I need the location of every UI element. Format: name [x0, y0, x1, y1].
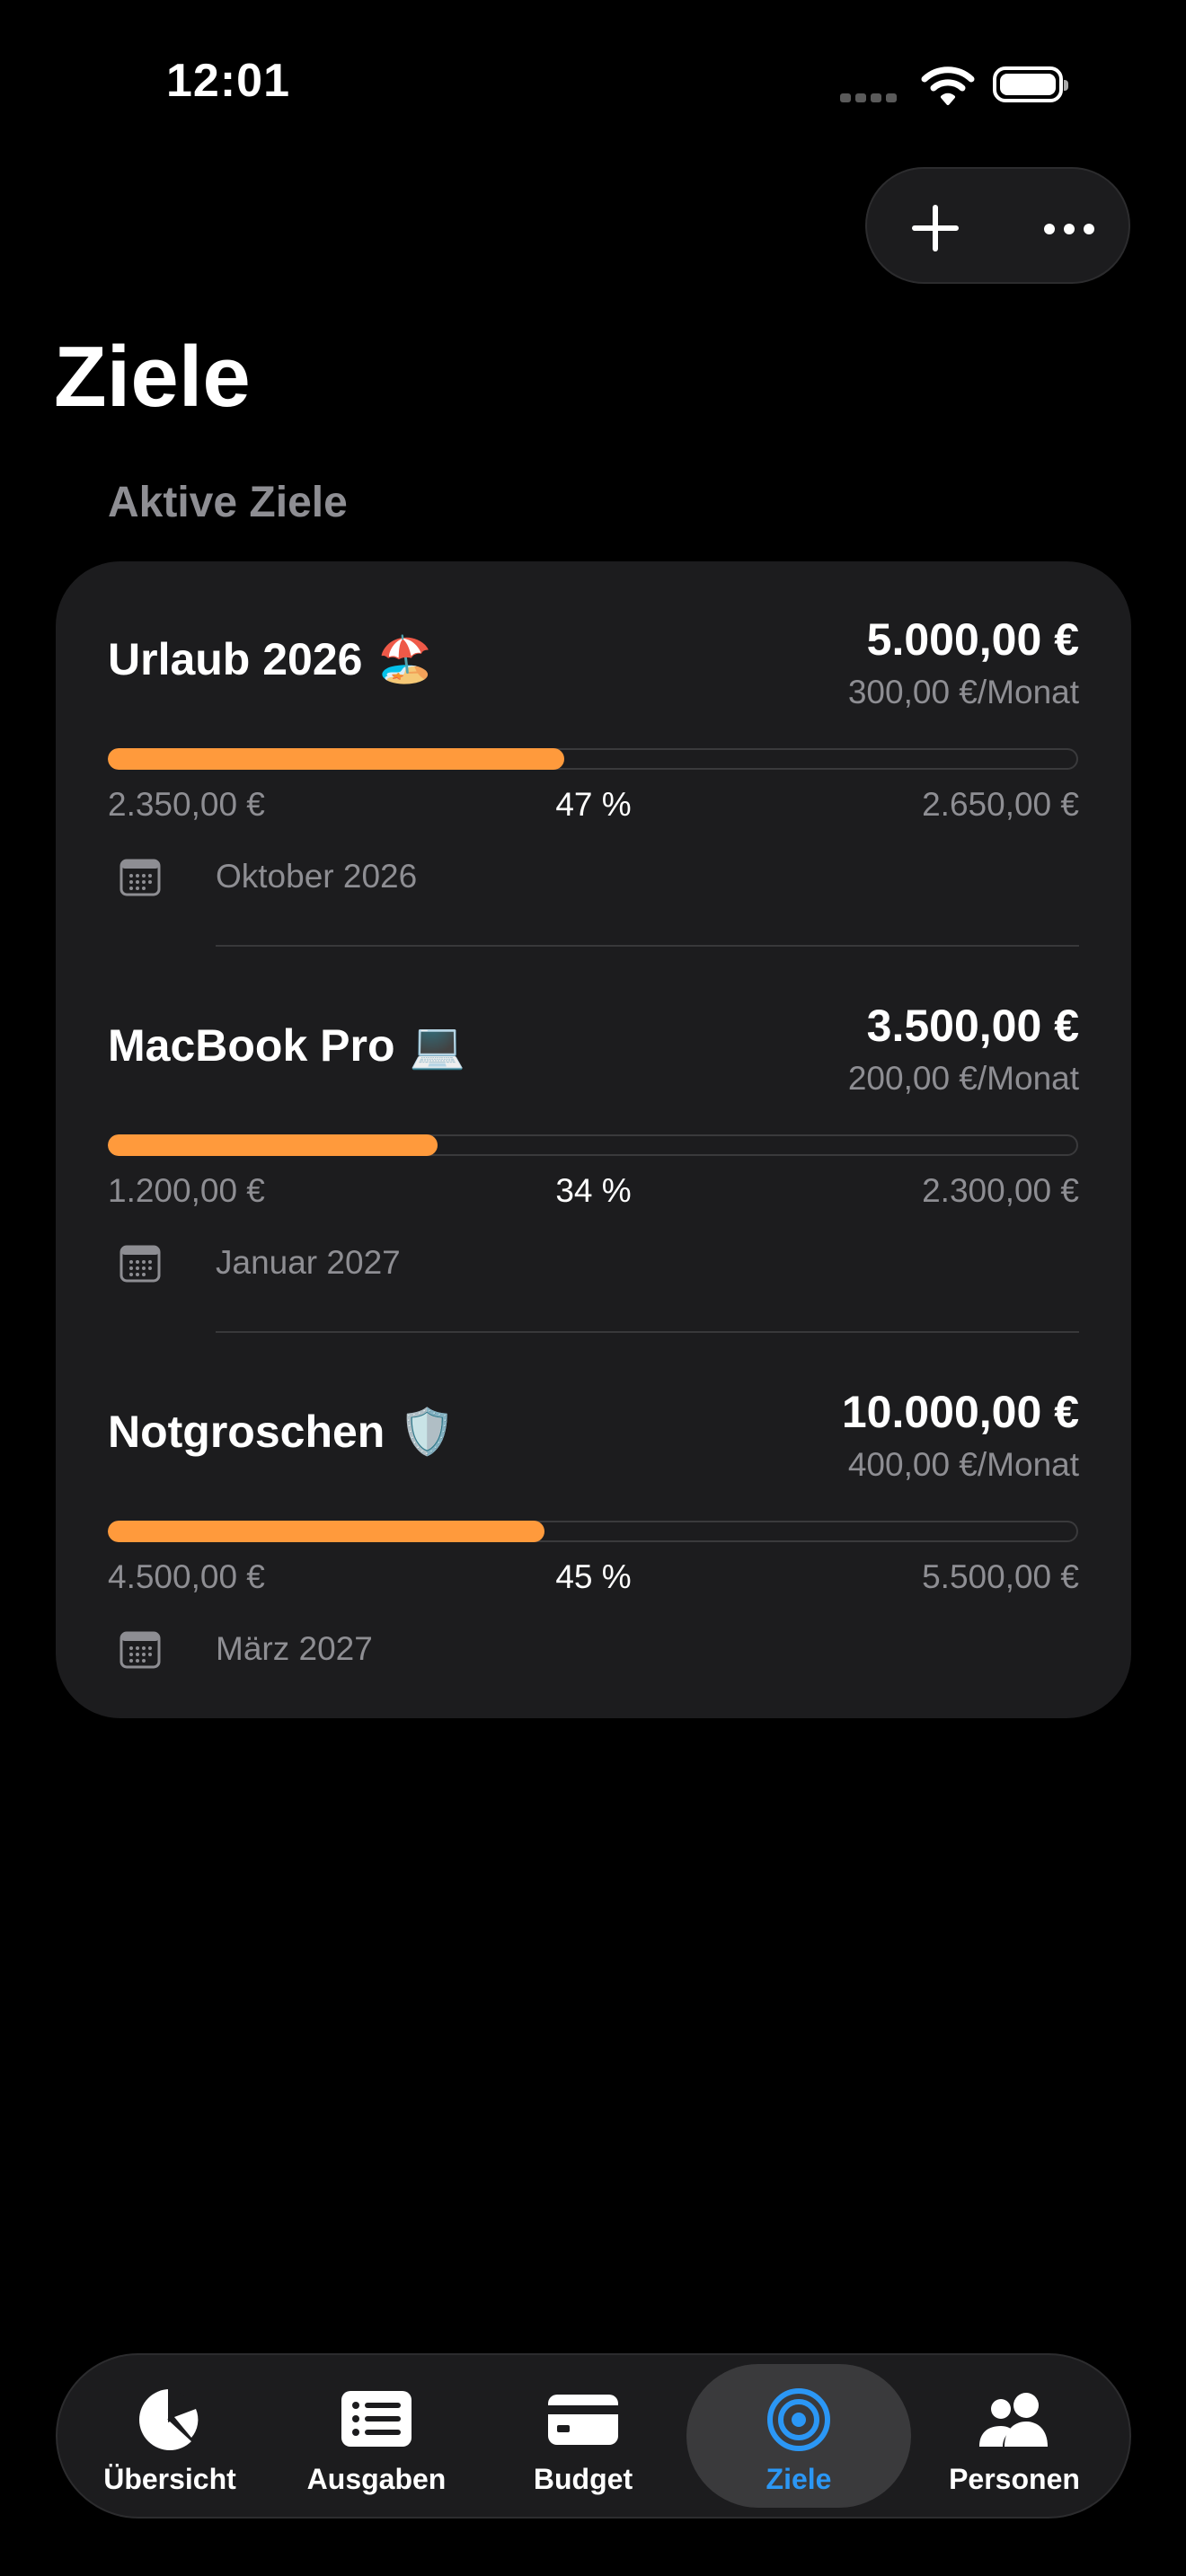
- list-icon: [341, 2391, 412, 2447]
- tab-label: Ausgaben: [306, 2463, 447, 2495]
- calendar-icon: [119, 1245, 161, 1283]
- tab-ziele[interactable]: Ziele: [686, 2364, 911, 2508]
- tab-label: Übersicht: [103, 2463, 236, 2495]
- goal-row[interactable]: Notgroschen 🛡️ 10.000,00 € 400,00 €/Monat…: [56, 1334, 1131, 1720]
- goal-remaining-amount: 5.500,00 €: [922, 1558, 1079, 1595]
- goal-progress-fill: [108, 748, 564, 770]
- calendar-icon: [119, 1631, 161, 1669]
- goal-remaining-amount: 2.650,00 €: [922, 786, 1079, 823]
- goal-progress-fill: [108, 1134, 438, 1156]
- tab-label: Ziele: [766, 2463, 832, 2495]
- goal-progress-fill: [108, 1521, 544, 1542]
- section-header: Aktive Ziele: [108, 479, 348, 526]
- battery-icon: [993, 66, 1068, 102]
- tab-ausgaben[interactable]: Ausgaben: [273, 2364, 480, 2508]
- beach-umbrella-icon: 🏖️: [376, 634, 433, 684]
- goal-monthly-rate: 200,00 €/Monat: [847, 1060, 1079, 1097]
- divider: [216, 1331, 1079, 1333]
- goal-target-date: Januar 2027: [216, 1244, 401, 1281]
- tab-label: Budget: [533, 2463, 633, 2495]
- tab-label: Personen: [949, 2463, 1080, 2495]
- add-goal-button[interactable]: [894, 187, 975, 268]
- shield-icon: 🛡️: [399, 1407, 456, 1457]
- goal-monthly-rate: 300,00 €/Monat: [847, 674, 1079, 710]
- goal-name: Notgroschen 🛡️: [108, 1407, 456, 1457]
- goal-monthly-rate: 400,00 €/Monat: [847, 1446, 1079, 1483]
- goal-remaining-amount: 2.300,00 €: [922, 1172, 1079, 1209]
- goal-progress-bar: [108, 1521, 1078, 1542]
- goal-target-date: März 2027: [216, 1630, 373, 1667]
- pie-chart-icon: [139, 2386, 202, 2450]
- tab-personen[interactable]: Personen: [911, 2364, 1118, 2508]
- people-icon: [979, 2393, 1048, 2447]
- wifi-icon: [921, 66, 975, 105]
- divider: [216, 945, 1079, 947]
- goal-row[interactable]: Urlaub 2026 🏖️ 5.000,00 € 300,00 €/Monat …: [56, 561, 1131, 948]
- goal-row[interactable]: MacBook Pro 💻 3.500,00 € 200,00 €/Monat 1…: [56, 948, 1131, 1334]
- goal-name: MacBook Pro 💻: [108, 1020, 465, 1071]
- calendar-icon: [119, 859, 161, 896]
- toolbar-actions: [865, 167, 1130, 284]
- status-time: 12:01: [166, 55, 290, 107]
- more-options-button[interactable]: [1029, 187, 1110, 268]
- status-indicators: [840, 65, 1078, 110]
- laptop-icon: 💻: [409, 1020, 465, 1071]
- goal-target-date: Oktober 2026: [216, 858, 418, 895]
- goal-target-amount: 10.000,00 €: [841, 1387, 1079, 1437]
- goal-progress-bar: [108, 748, 1078, 770]
- credit-card-icon: [548, 2395, 618, 2445]
- goals-list-card: Urlaub 2026 🏖️ 5.000,00 € 300,00 €/Monat …: [56, 561, 1131, 1718]
- goal-target-amount: 5.000,00 €: [866, 614, 1079, 665]
- tab-budget[interactable]: Budget: [480, 2364, 686, 2508]
- goal-name: Urlaub 2026 🏖️: [108, 634, 433, 684]
- tab-bar: Übersicht Ausgaben Budget Ziele Personen: [56, 2353, 1131, 2519]
- target-icon: [767, 2388, 830, 2451]
- goal-target-amount: 3.500,00 €: [866, 1001, 1079, 1051]
- goal-progress-bar: [108, 1134, 1078, 1156]
- page-title: Ziele: [54, 329, 251, 425]
- tab-uebersicht[interactable]: Übersicht: [66, 2364, 273, 2508]
